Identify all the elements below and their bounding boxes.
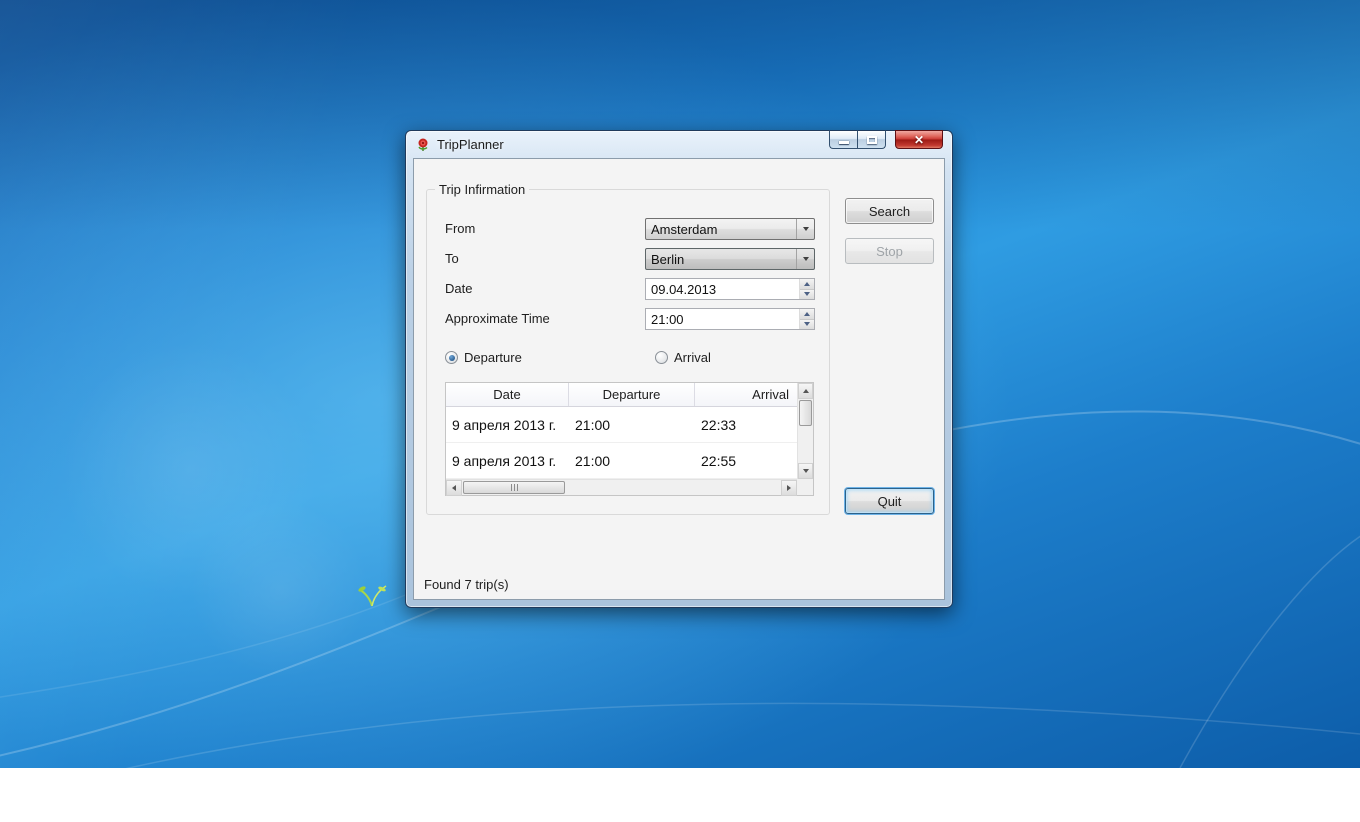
table-header: Date Departure Arrival: [446, 383, 797, 407]
desktop-plant-sprout: [358, 582, 388, 608]
trip-information-group: Trip Infirmation From Amsterdam To Berli…: [426, 189, 830, 515]
column-header-departure[interactable]: Departure: [569, 383, 695, 406]
window-content: Trip Infirmation From Amsterdam To Berli…: [413, 158, 945, 600]
cell-departure: 21:00: [569, 443, 695, 478]
date-spin-buttons: [799, 279, 814, 299]
scroll-down-icon[interactable]: [798, 463, 813, 479]
vertical-scroll-thumb[interactable]: [799, 400, 812, 426]
maximize-button[interactable]: [857, 130, 886, 149]
arrival-radio[interactable]: Arrival: [655, 350, 711, 365]
trips-table-body: Date Departure Arrival 9 апреля 2013 г. …: [446, 383, 797, 479]
spin-down-icon[interactable]: [800, 290, 814, 300]
from-label: From: [445, 221, 475, 236]
table-row[interactable]: 9 апреля 2013 г. 21:00 22:33: [446, 407, 797, 443]
radio-icon: [655, 351, 668, 364]
tripplanner-window: TripPlanner ✕ Trip Infirmation From Amst…: [405, 130, 953, 608]
horizontal-scrollbar[interactable]: [446, 479, 797, 495]
app-icon: [415, 137, 431, 153]
table-row[interactable]: 9 апреля 2013 г. 21:00 22:55: [446, 443, 797, 479]
to-value: Berlin: [646, 252, 796, 267]
spin-down-icon[interactable]: [800, 320, 814, 330]
to-label: To: [445, 251, 459, 266]
cell-departure: 21:00: [569, 407, 695, 442]
cell-arrival: 22:55: [695, 443, 797, 478]
status-text: Found 7 trip(s): [424, 577, 509, 592]
from-combobox[interactable]: Amsterdam: [645, 218, 815, 240]
spin-up-icon[interactable]: [800, 279, 814, 290]
chevron-down-icon[interactable]: [796, 219, 814, 239]
to-row: To Berlin: [445, 248, 815, 272]
quit-button[interactable]: Quit: [845, 488, 934, 514]
group-title: Trip Infirmation: [435, 182, 529, 197]
scrollbar-corner: [797, 479, 813, 495]
search-button[interactable]: Search: [845, 198, 934, 224]
trips-table: Date Departure Arrival 9 апреля 2013 г. …: [445, 382, 814, 496]
window-title: TripPlanner: [437, 137, 504, 152]
departure-radio[interactable]: Departure: [445, 350, 522, 365]
spin-up-icon[interactable]: [800, 309, 814, 320]
caption-buttons: ✕: [829, 130, 943, 149]
time-spinner[interactable]: 21:00: [645, 308, 815, 330]
date-value: 09.04.2013: [646, 279, 799, 299]
date-label: Date: [445, 281, 472, 296]
approximate-time-label: Approximate Time: [445, 311, 550, 326]
minimize-icon: [839, 141, 849, 144]
minimize-button[interactable]: [829, 130, 857, 149]
horizontal-scroll-thumb[interactable]: [463, 481, 565, 494]
vertical-scrollbar[interactable]: [797, 383, 813, 479]
direction-radio-group: Departure Arrival: [445, 350, 815, 366]
arrival-label: Arrival: [674, 350, 711, 365]
time-value: 21:00: [646, 309, 799, 329]
column-header-arrival[interactable]: Arrival: [695, 383, 797, 406]
radio-icon: [445, 351, 458, 364]
from-value: Amsterdam: [646, 222, 796, 237]
cell-date: 9 апреля 2013 г.: [446, 443, 569, 478]
scroll-up-icon[interactable]: [798, 383, 813, 399]
to-combobox[interactable]: Berlin: [645, 248, 815, 270]
stop-button: Stop: [845, 238, 934, 264]
maximize-icon: [867, 136, 877, 144]
column-header-date[interactable]: Date: [446, 383, 569, 406]
from-row: From Amsterdam: [445, 218, 815, 242]
date-spinner[interactable]: 09.04.2013: [645, 278, 815, 300]
cell-arrival: 22:33: [695, 407, 797, 442]
date-row: Date 09.04.2013: [445, 278, 815, 302]
time-row: Approximate Time 21:00: [445, 308, 815, 332]
cell-date: 9 апреля 2013 г.: [446, 407, 569, 442]
time-spin-buttons: [799, 309, 814, 329]
departure-label: Departure: [464, 350, 522, 365]
close-button[interactable]: ✕: [895, 130, 943, 149]
scroll-left-icon[interactable]: [446, 480, 462, 496]
scroll-right-icon[interactable]: [781, 480, 797, 496]
close-icon: ✕: [914, 134, 924, 146]
title-bar[interactable]: TripPlanner ✕: [406, 131, 952, 158]
chevron-down-icon[interactable]: [796, 249, 814, 269]
